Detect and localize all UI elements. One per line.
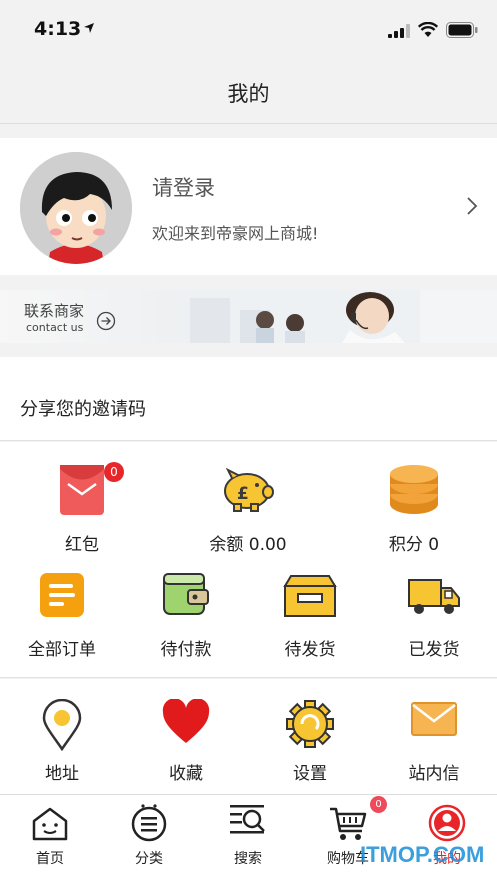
delivery-truck-icon xyxy=(408,579,460,614)
balance-label: 余额 0.00 xyxy=(209,535,287,555)
messages-item[interactable]: 站内信 xyxy=(372,699,496,789)
search-icon xyxy=(230,805,265,834)
tab-profile[interactable]: 我的 xyxy=(397,795,497,883)
coin-stack-icon xyxy=(390,465,438,514)
tab-search-label: 搜索 xyxy=(234,851,262,867)
login-link[interactable]: 请登录 xyxy=(152,172,215,202)
heart-icon xyxy=(162,699,210,743)
order-list-icon xyxy=(40,573,84,617)
red-envelope-badge: 0 xyxy=(104,462,124,482)
location-arrow-icon xyxy=(84,23,94,33)
tab-category-label: 分类 xyxy=(135,851,163,867)
share-invite-title: 分享您的邀请码 xyxy=(20,399,146,420)
red-envelope-item[interactable]: 0 红包 xyxy=(20,462,144,555)
page-title: 我的 xyxy=(227,82,270,106)
svg-text:£: £ xyxy=(237,484,249,504)
avatar[interactable] xyxy=(20,152,132,264)
wifi-icon xyxy=(418,22,438,37)
address-label: 地址 xyxy=(45,764,79,784)
cart-icon xyxy=(330,807,367,840)
shipped-label: 已发货 xyxy=(408,640,460,660)
welcome-message: 欢迎来到帝豪网上商城! xyxy=(152,224,319,243)
cartoon-avatar-icon xyxy=(20,152,132,264)
customer-service-illustration xyxy=(180,290,497,343)
status-bar: 4:13 xyxy=(0,0,497,60)
tab-category[interactable]: 分类 xyxy=(99,795,199,883)
wallet-icon xyxy=(163,573,209,615)
banner-subtitle: contact us xyxy=(26,321,84,334)
location-pin-icon xyxy=(42,699,82,751)
settings-label: 设置 xyxy=(293,764,327,784)
cellular-signal-icon xyxy=(388,24,410,38)
piggy-bank-icon: £ xyxy=(224,467,274,512)
all-orders-item[interactable]: 全部订单 xyxy=(0,572,124,662)
gear-icon xyxy=(286,700,334,748)
awaiting-shipment-label: 待发货 xyxy=(284,640,336,660)
battery-icon xyxy=(446,22,478,38)
points-item[interactable]: 积分 0 xyxy=(352,464,476,555)
points-label: 积分 0 xyxy=(388,535,440,555)
all-orders-label: 全部订单 xyxy=(28,640,96,660)
settings-item[interactable]: 设置 xyxy=(248,699,372,789)
pending-payment-item[interactable]: 待付款 xyxy=(124,572,248,662)
pending-payment-label: 待付款 xyxy=(160,640,212,660)
account-grid: 0 红包 £ 余额 0.00 积分 0 全部订单 待付款 待发货 已发货 xyxy=(0,442,497,678)
messages-label: 站内信 xyxy=(408,764,460,784)
status-time: 4:13 xyxy=(34,18,82,40)
bottom-tab-bar: 首页 分类 搜索 0 购物车 我的 xyxy=(0,794,497,883)
tab-home[interactable]: 首页 xyxy=(0,795,100,883)
tab-cart[interactable]: 0 购物车 xyxy=(298,795,398,883)
favorites-item[interactable]: 收藏 xyxy=(124,699,248,789)
home-icon xyxy=(32,807,68,841)
red-envelope-label: 红包 xyxy=(65,535,99,555)
tab-home-label: 首页 xyxy=(36,851,64,867)
chevron-right-icon[interactable] xyxy=(466,196,478,216)
favorites-label: 收藏 xyxy=(169,764,203,784)
awaiting-shipment-item[interactable]: 待发货 xyxy=(248,572,372,662)
mail-envelope-icon xyxy=(411,702,457,736)
profile-card[interactable]: 请登录 欢迎来到帝豪网上商城! xyxy=(0,138,497,275)
balance-item[interactable]: £ 余额 0.00 xyxy=(186,464,310,555)
tab-search[interactable]: 搜索 xyxy=(198,795,298,883)
watermark: ITMOP.COM xyxy=(360,842,485,867)
red-envelope-icon xyxy=(60,465,104,515)
shipped-item[interactable]: 已发货 xyxy=(372,572,496,662)
package-box-icon xyxy=(283,575,337,617)
cart-badge: 0 xyxy=(370,796,387,813)
banner-title: 联系商家 xyxy=(24,302,85,320)
navigation-bar: 我的 xyxy=(0,60,497,124)
category-icon xyxy=(131,804,167,842)
address-item[interactable]: 地址 xyxy=(0,699,124,789)
share-invite-code-row[interactable]: 分享您的邀请码 xyxy=(0,357,497,441)
services-grid: 地址 收藏 设置 站内信 xyxy=(0,679,497,794)
contact-merchant-banner[interactable]: 联系商家 contact us xyxy=(0,290,497,343)
arrow-circle-right-icon xyxy=(96,311,116,331)
user-profile-icon xyxy=(428,804,466,842)
